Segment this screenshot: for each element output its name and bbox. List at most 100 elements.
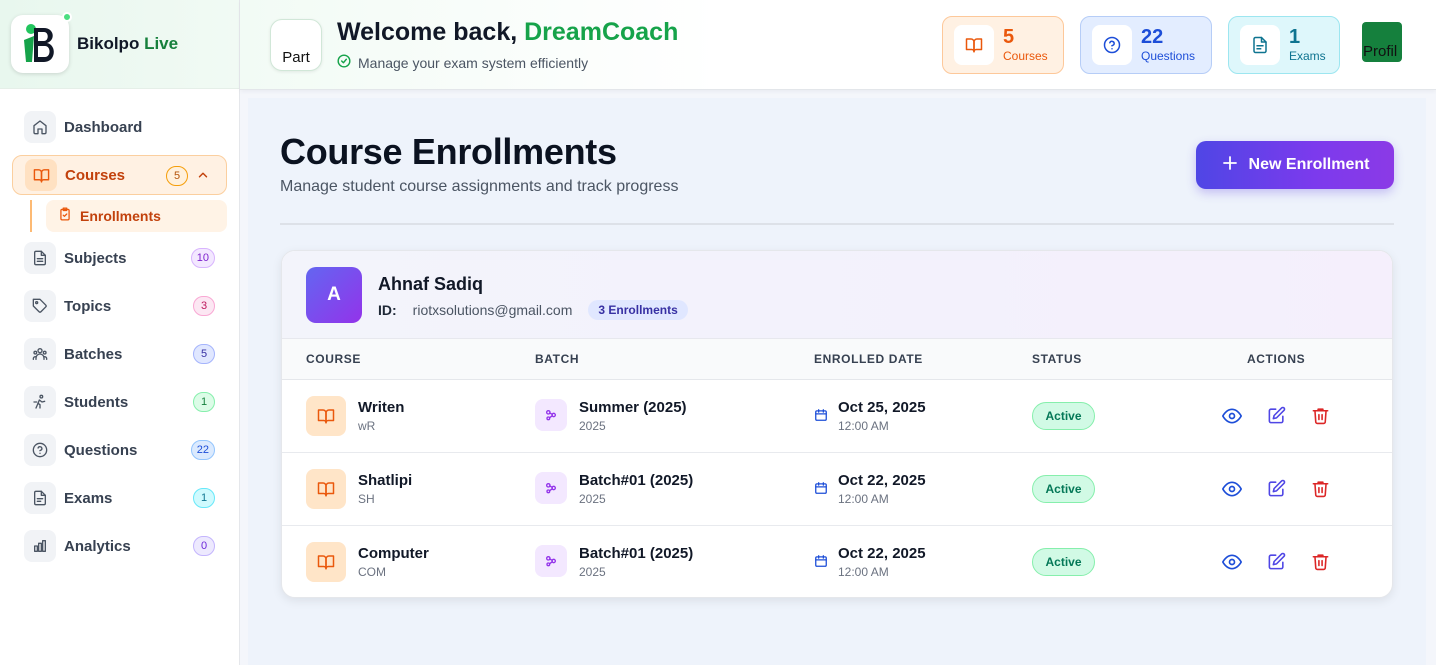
batch-name: Batch#01 (2025): [579, 472, 694, 489]
eye-icon[interactable]: [1222, 406, 1242, 431]
course-code: COM: [358, 565, 386, 579]
batch-icon: [535, 545, 567, 577]
page-title: Course Enrollments: [280, 131, 617, 172]
main-content: Course Enrollments Manage student course…: [248, 98, 1426, 665]
course-name: Writen: [358, 399, 405, 416]
help-circle-icon: [1092, 25, 1132, 65]
trash-icon[interactable]: [1311, 479, 1330, 503]
batch-icon: [535, 399, 567, 431]
student-id-line: ID: riotxsolutions@gmail.com 3 Enrollmen…: [378, 300, 688, 320]
profile-image[interactable]: Profil: [1362, 22, 1402, 62]
sidebar-item-topics[interactable]: Topics 3: [12, 286, 227, 326]
table-header: COURSE BATCH ENROLLED DATE STATUS ACTION…: [282, 339, 1392, 380]
stat-value: 22: [1141, 26, 1164, 48]
eye-icon[interactable]: [1222, 479, 1242, 504]
sidebar-item-label: Dashboard: [64, 118, 143, 136]
calendar-icon: [814, 554, 828, 573]
batch-name: Batch#01 (2025): [579, 545, 694, 562]
course-code: SH: [358, 492, 375, 506]
sidebar-item-batches[interactable]: Batches 5: [12, 334, 227, 374]
column-header-actions: ACTIONS: [1247, 352, 1306, 366]
sidebar-item-subjects[interactable]: Subjects 10: [12, 238, 227, 278]
online-dot: [62, 12, 72, 22]
calendar-icon: [814, 481, 828, 500]
edit-icon[interactable]: [1267, 479, 1286, 503]
sidebar-item-label: Topics: [64, 297, 112, 315]
stat-value: 1: [1289, 26, 1301, 48]
book-open-icon: [306, 542, 346, 582]
brand[interactable]: Bikolpo Live: [0, 0, 239, 89]
sidebar-subitem-label: Enrollments: [80, 208, 161, 224]
sidebar-item-label: Batches: [64, 345, 123, 363]
batch-icon: [535, 472, 567, 504]
count-badge: 1: [193, 488, 215, 508]
stat-label: Exams: [1289, 49, 1326, 63]
enrolled-date: Oct 22, 2025: [838, 545, 926, 562]
eye-icon[interactable]: [1222, 552, 1242, 577]
logo-icon: [24, 24, 54, 62]
sidebar-item-students[interactable]: Students 1: [12, 382, 227, 422]
tag-icon: [24, 290, 56, 322]
batch-year: 2025: [579, 419, 606, 433]
status-badge: Active: [1032, 475, 1095, 503]
book-open-icon: [306, 396, 346, 436]
page-subtitle: Manage student course assignments and tr…: [280, 178, 679, 195]
sidebar: Bikolpo Live Dashboard Courses 5 Enrollm…: [0, 0, 240, 665]
student-name: Ahnaf Sadiq: [378, 274, 484, 294]
stat-courses[interactable]: 5 Courses: [942, 16, 1064, 74]
student-header: A Ahnaf Sadiq ID: riotxsolutions@gmail.c…: [282, 251, 1392, 339]
home-icon: [24, 111, 56, 143]
user-name: DreamCoach: [524, 18, 679, 46]
sidebar-item-exams[interactable]: Exams 1: [12, 478, 227, 518]
enrolled-time: 12:00 AM: [838, 419, 889, 433]
course-code: wR: [358, 419, 376, 433]
book-open-icon: [25, 159, 57, 191]
trash-icon[interactable]: [1311, 552, 1330, 576]
batch-year: 2025: [579, 492, 606, 506]
calendar-icon: [814, 408, 828, 427]
new-enrollment-button[interactable]: New Enrollment: [1196, 141, 1394, 189]
sidebar-item-label: Courses: [65, 166, 126, 184]
sidebar-item-courses[interactable]: Courses 5: [12, 155, 227, 195]
stat-label: Courses: [1003, 49, 1048, 63]
enrolled-time: 12:00 AM: [838, 565, 889, 579]
stat-questions[interactable]: 22 Questions: [1080, 16, 1212, 74]
header: Part Welcome back, DreamCoach Manage you…: [240, 0, 1436, 90]
trash-icon[interactable]: [1311, 406, 1330, 430]
enrollments-count-badge: 3 Enrollments: [588, 300, 688, 320]
edit-icon[interactable]: [1267, 406, 1286, 430]
column-header-course: COURSE: [306, 352, 361, 366]
file-text-icon: [1240, 25, 1280, 65]
courses-submenu: Enrollments: [30, 200, 227, 232]
stat-label: Questions: [1141, 49, 1196, 63]
sidebar-item-label: Subjects: [64, 249, 127, 267]
column-header-enrolled-date: ENROLLED DATE: [814, 352, 923, 366]
plus-icon: [1221, 154, 1249, 177]
sidebar-item-label: Exams: [64, 489, 113, 507]
book-open-icon: [306, 469, 346, 509]
count-badge: 10: [190, 248, 215, 268]
sidebar-item-analytics[interactable]: Analytics 0: [12, 526, 227, 566]
chevron-up-icon[interactable]: [196, 168, 210, 187]
status-badge: Active: [1032, 402, 1095, 430]
sidebar-item-label: Questions: [64, 441, 138, 459]
count-badge: 5: [166, 166, 188, 186]
edit-icon[interactable]: [1267, 552, 1286, 576]
count-badge: 22: [190, 440, 215, 460]
help-circle-icon: [24, 434, 56, 466]
sidebar-item-dashboard[interactable]: Dashboard: [12, 107, 227, 147]
avatar-alt-text: Part: [282, 49, 310, 66]
new-enrollment-label: New Enrollment: [1248, 156, 1370, 173]
sidebar-item-questions[interactable]: Questions 22: [12, 430, 227, 470]
student-avatar: A: [306, 267, 362, 323]
brand-name-main: Bikolpo: [77, 34, 140, 53]
stat-value: 5: [1003, 26, 1015, 48]
header-subtitle-text: Manage your exam system efficiently: [358, 54, 589, 71]
user-avatar[interactable]: Part: [270, 19, 322, 71]
divider: [280, 223, 1394, 225]
batch-year: 2025: [579, 565, 606, 579]
enrolled-date: Oct 22, 2025: [838, 472, 926, 489]
stat-exams[interactable]: 1 Exams: [1228, 16, 1340, 74]
sidebar-subitem-enrollments[interactable]: Enrollments: [46, 200, 227, 232]
users-icon: [24, 338, 56, 370]
